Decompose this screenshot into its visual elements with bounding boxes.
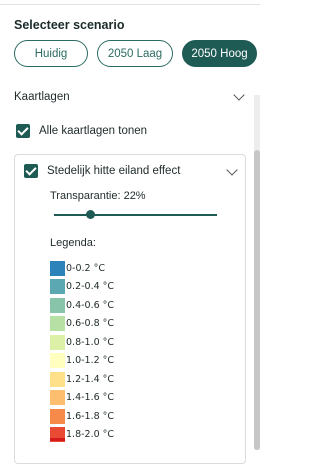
legend-swatch: [50, 353, 65, 369]
legend-item: 1.4-1.6 °C: [50, 389, 114, 408]
legend-swatch: [50, 316, 65, 332]
legend-label: 1.8-2.0 °C: [66, 429, 115, 441]
scenario-button-huidig[interactable]: Huidig: [14, 40, 88, 67]
legend-label: 0-0.2 °C: [66, 262, 105, 274]
legend-item: 1.2-1.4 °C: [50, 370, 114, 389]
layer-uhi-checkbox[interactable]: [24, 164, 38, 178]
legend-item: 0.2-0.4 °C: [50, 278, 114, 297]
scrollbar-thumb[interactable]: [254, 150, 260, 450]
show-all-layers-row[interactable]: Alle kaartlagen tonen: [16, 124, 147, 138]
legend-label: 0.8-1.0 °C: [66, 336, 115, 348]
legend-swatch: [50, 390, 65, 406]
legend-label: 1.4-1.6 °C: [66, 392, 115, 404]
legend-item: 0.6-0.8 °C: [50, 315, 114, 334]
scenario-selector: Huidig 2050 Laag 2050 Hoog: [14, 40, 257, 67]
scenario-button-2050-laag[interactable]: 2050 Laag: [97, 40, 173, 67]
transparency-slider-track[interactable]: [54, 214, 217, 216]
layer-uhi-row[interactable]: Stedelijk hitte eiland effect: [24, 164, 180, 178]
legend-swatch: [50, 408, 65, 424]
legend-label: 0.6-0.8 °C: [66, 318, 115, 330]
layer-uhi-label: Stedelijk hitte eiland effect: [47, 165, 181, 177]
scenario-button-2050-hoog[interactable]: 2050 Hoog: [182, 40, 257, 67]
legend-label: 1.0-1.2 °C: [66, 355, 115, 367]
legend-item: 1.6-1.8 °C: [50, 407, 114, 426]
legend-swatch: [50, 260, 65, 276]
legend-label: 1.6-1.8 °C: [66, 410, 115, 422]
transparency-slider-thumb[interactable]: [86, 210, 95, 219]
kaartlagen-chevron-down-icon[interactable]: [233, 89, 245, 101]
legend-item: 0.8-1.0 °C: [50, 333, 114, 352]
legend-next-swatch-partial: [50, 438, 65, 441]
show-all-layers-label: Alle kaartlagen tonen: [39, 125, 148, 137]
top-divider: [0, 4, 260, 5]
legend-swatch: [50, 334, 65, 350]
scenario-title: Selecteer scenario: [14, 18, 125, 32]
legend-item: 1.0-1.2 °C: [50, 352, 114, 371]
legend-label: 0.4-0.6 °C: [66, 299, 115, 311]
legend-title: Legenda:: [50, 237, 96, 249]
show-all-layers-checkbox[interactable]: [16, 124, 30, 138]
legend-list: 0-0.2 °C 0.2-0.4 °C 0.4-0.6 °C 0.6-0.8 °…: [50, 259, 114, 444]
transparency-label: Transparantie: 22%: [50, 190, 146, 202]
legend-label: 1.2-1.4 °C: [66, 373, 115, 385]
legend-swatch: [50, 371, 65, 387]
legend-label: 0.2-0.4 °C: [66, 281, 115, 293]
legend-item: 0.4-0.6 °C: [50, 296, 114, 315]
legend-swatch: [50, 297, 65, 313]
legend-item: 1.8-2.0 °C: [50, 426, 114, 445]
legend-item: 0-0.2 °C: [50, 259, 114, 278]
legend-swatch: [50, 279, 65, 295]
kaartlagen-header[interactable]: Kaartlagen: [14, 91, 70, 103]
